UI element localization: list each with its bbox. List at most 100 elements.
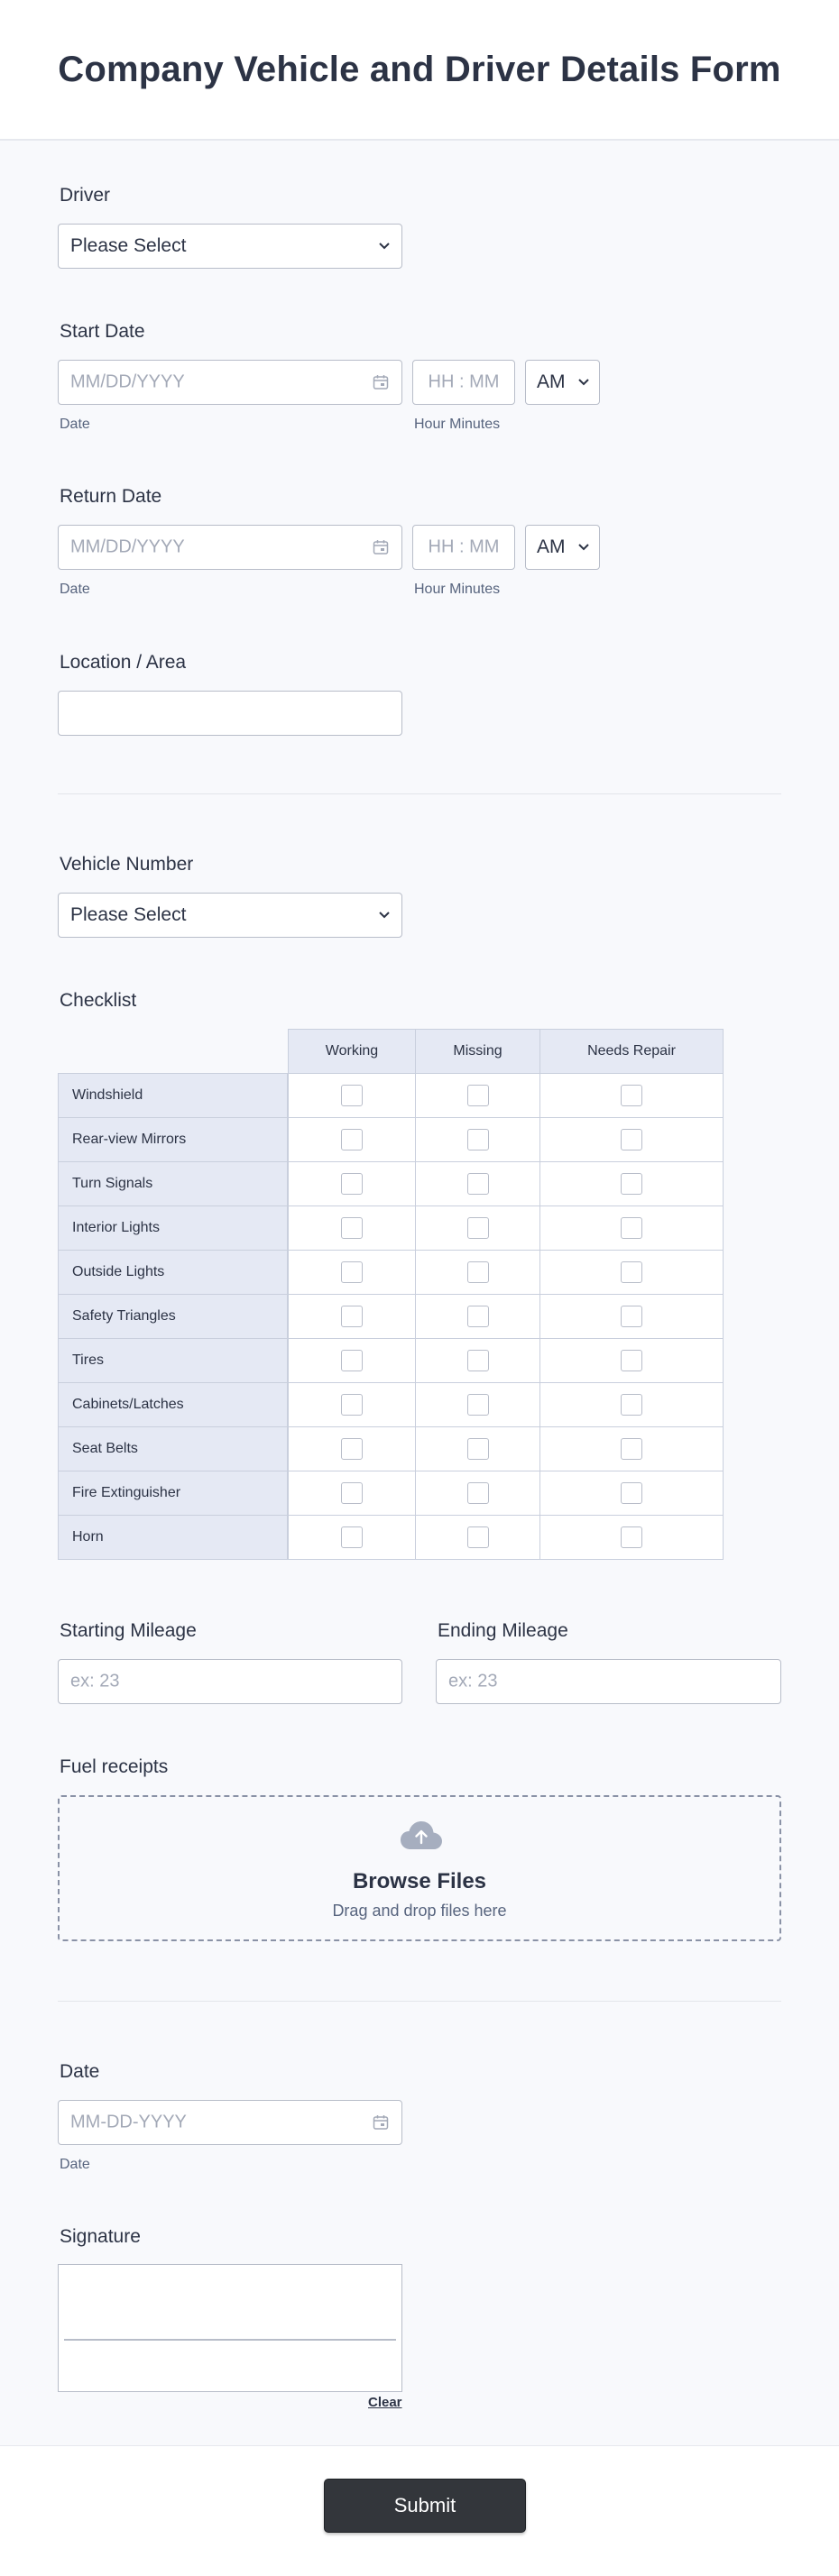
browse-files-label[interactable]: Browse Files	[60, 1869, 779, 1894]
checklist-cell	[415, 1117, 540, 1162]
checklist-cell	[415, 1426, 540, 1471]
calendar-icon[interactable]	[373, 539, 389, 555]
checklist-row-label: Turn Signals	[58, 1161, 288, 1206]
vehicle-number-select[interactable]: Please Select	[58, 893, 402, 938]
date-sublabel: Date	[60, 2157, 90, 2172]
checklist-checkbox[interactable]	[466, 1394, 489, 1416]
checklist-checkbox[interactable]	[341, 1438, 363, 1460]
checklist-cell	[539, 1117, 724, 1162]
checklist-checkbox[interactable]	[466, 1217, 489, 1239]
date-input[interactable]: MM-DD-YYYY	[58, 2100, 402, 2145]
checklist-checkbox[interactable]	[466, 1261, 489, 1283]
checklist-checkbox[interactable]	[621, 1173, 642, 1195]
checklist-checkbox[interactable]	[621, 1306, 642, 1327]
checklist-cell	[539, 1515, 724, 1560]
return-date-sublabel: Date	[60, 582, 90, 597]
checklist-cell	[415, 1515, 540, 1560]
calendar-icon[interactable]	[373, 2114, 389, 2131]
checklist-cell	[539, 1161, 724, 1206]
checklist-label: Checklist	[60, 990, 137, 1011]
date-placeholder: MM-DD-YYYY	[70, 2112, 187, 2132]
checklist-column-header: Missing	[415, 1029, 540, 1074]
checklist-checkbox[interactable]	[341, 1217, 363, 1239]
return-date-label: Return Date	[60, 486, 162, 507]
location-label: Location / Area	[60, 652, 187, 673]
checklist-cell	[539, 1338, 724, 1383]
checklist-checkbox[interactable]	[341, 1173, 363, 1195]
checklist-checkbox[interactable]	[341, 1129, 363, 1150]
checklist-checkbox[interactable]	[341, 1261, 363, 1283]
checklist-checkbox[interactable]	[466, 1173, 489, 1195]
checklist-cell	[415, 1073, 540, 1118]
signature-baseline	[64, 2339, 396, 2341]
checklist-column-header: Working	[288, 1029, 416, 1074]
vehicle-number-selected-value: Please Select	[70, 904, 187, 925]
checklist-checkbox[interactable]	[621, 1394, 642, 1416]
clear-signature-button[interactable]: Clear	[368, 2395, 402, 2410]
start-ampm-select[interactable]: AM	[525, 360, 600, 405]
checklist-column-header: Needs Repair	[539, 1029, 724, 1074]
form-title: Company Vehicle and Driver Details Form	[58, 49, 781, 89]
vehicle-number-label: Vehicle Number	[60, 854, 194, 875]
signature-pad[interactable]	[58, 2264, 402, 2392]
checklist-checkbox[interactable]	[621, 1129, 642, 1150]
start-date-sublabel: Date	[60, 417, 90, 432]
checklist-checkbox[interactable]	[621, 1482, 642, 1504]
checklist-cell	[415, 1338, 540, 1383]
checklist-checkbox[interactable]	[621, 1526, 642, 1548]
driver-select[interactable]: Please Select	[58, 224, 402, 269]
checklist-checkbox[interactable]	[466, 1438, 489, 1460]
checklist-checkbox[interactable]	[466, 1350, 489, 1371]
checklist-row-label: Windshield	[58, 1073, 288, 1118]
checklist-row-label: Safety Triangles	[58, 1294, 288, 1339]
starting-mileage-input[interactable]: ex: 23	[58, 1659, 402, 1704]
checklist-checkbox[interactable]	[621, 1217, 642, 1239]
checklist-cell	[415, 1250, 540, 1295]
checklist-checkbox[interactable]	[341, 1350, 363, 1371]
location-input[interactable]	[58, 691, 402, 736]
drag-drop-label: Drag and drop files here	[332, 1902, 507, 1920]
checklist-cell	[288, 1471, 416, 1516]
checklist-checkbox[interactable]	[466, 1482, 489, 1504]
checklist-checkbox[interactable]	[466, 1306, 489, 1327]
return-ampm-select[interactable]: AM	[525, 525, 600, 570]
checklist-checkbox[interactable]	[341, 1482, 363, 1504]
checklist-cell	[539, 1426, 724, 1471]
checklist-cell	[288, 1515, 416, 1560]
return-time-input[interactable]: HH : MM	[412, 525, 515, 570]
checklist-checkbox[interactable]	[466, 1085, 489, 1106]
ending-mileage-label: Ending Mileage	[438, 1620, 568, 1641]
checklist-cell	[539, 1205, 724, 1251]
checklist-checkbox[interactable]	[341, 1394, 363, 1416]
driver-label: Driver	[60, 185, 110, 206]
return-date-placeholder: MM/DD/YYYY	[70, 536, 185, 557]
checklist-checkbox[interactable]	[621, 1261, 642, 1283]
file-upload-dropzone[interactable]: Browse Files Drag and drop files here	[58, 1795, 781, 1941]
submit-button[interactable]: Submit	[324, 2479, 526, 2533]
return-ampm-value: AM	[537, 536, 566, 557]
start-date-input[interactable]: MM/DD/YYYY	[58, 360, 402, 405]
checklist-checkbox[interactable]	[341, 1306, 363, 1327]
checklist-checkbox[interactable]	[621, 1438, 642, 1460]
chevron-down-icon	[578, 379, 589, 386]
checklist-checkbox[interactable]	[621, 1085, 642, 1106]
checklist-checkbox[interactable]	[341, 1085, 363, 1106]
checklist-cell	[415, 1161, 540, 1206]
checklist-checkbox[interactable]	[341, 1526, 363, 1548]
checklist-checkbox[interactable]	[466, 1129, 489, 1150]
start-time-input[interactable]: HH : MM	[412, 360, 515, 405]
return-time-placeholder: HH : MM	[428, 536, 500, 557]
checklist-cell	[288, 1294, 416, 1339]
checklist-cell	[415, 1294, 540, 1339]
driver-selected-value: Please Select	[70, 235, 187, 256]
cloud-upload-icon	[401, 1821, 442, 1849]
calendar-icon[interactable]	[373, 374, 389, 390]
checklist-checkbox[interactable]	[621, 1350, 642, 1371]
checklist-row-label: Tires	[58, 1338, 288, 1383]
checklist-checkbox[interactable]	[466, 1526, 489, 1548]
ending-mileage-placeholder: ex: 23	[448, 1671, 498, 1691]
start-ampm-value: AM	[537, 371, 566, 392]
return-date-input[interactable]: MM/DD/YYYY	[58, 525, 402, 570]
ending-mileage-input[interactable]: ex: 23	[436, 1659, 781, 1704]
chevron-down-icon	[578, 544, 589, 551]
